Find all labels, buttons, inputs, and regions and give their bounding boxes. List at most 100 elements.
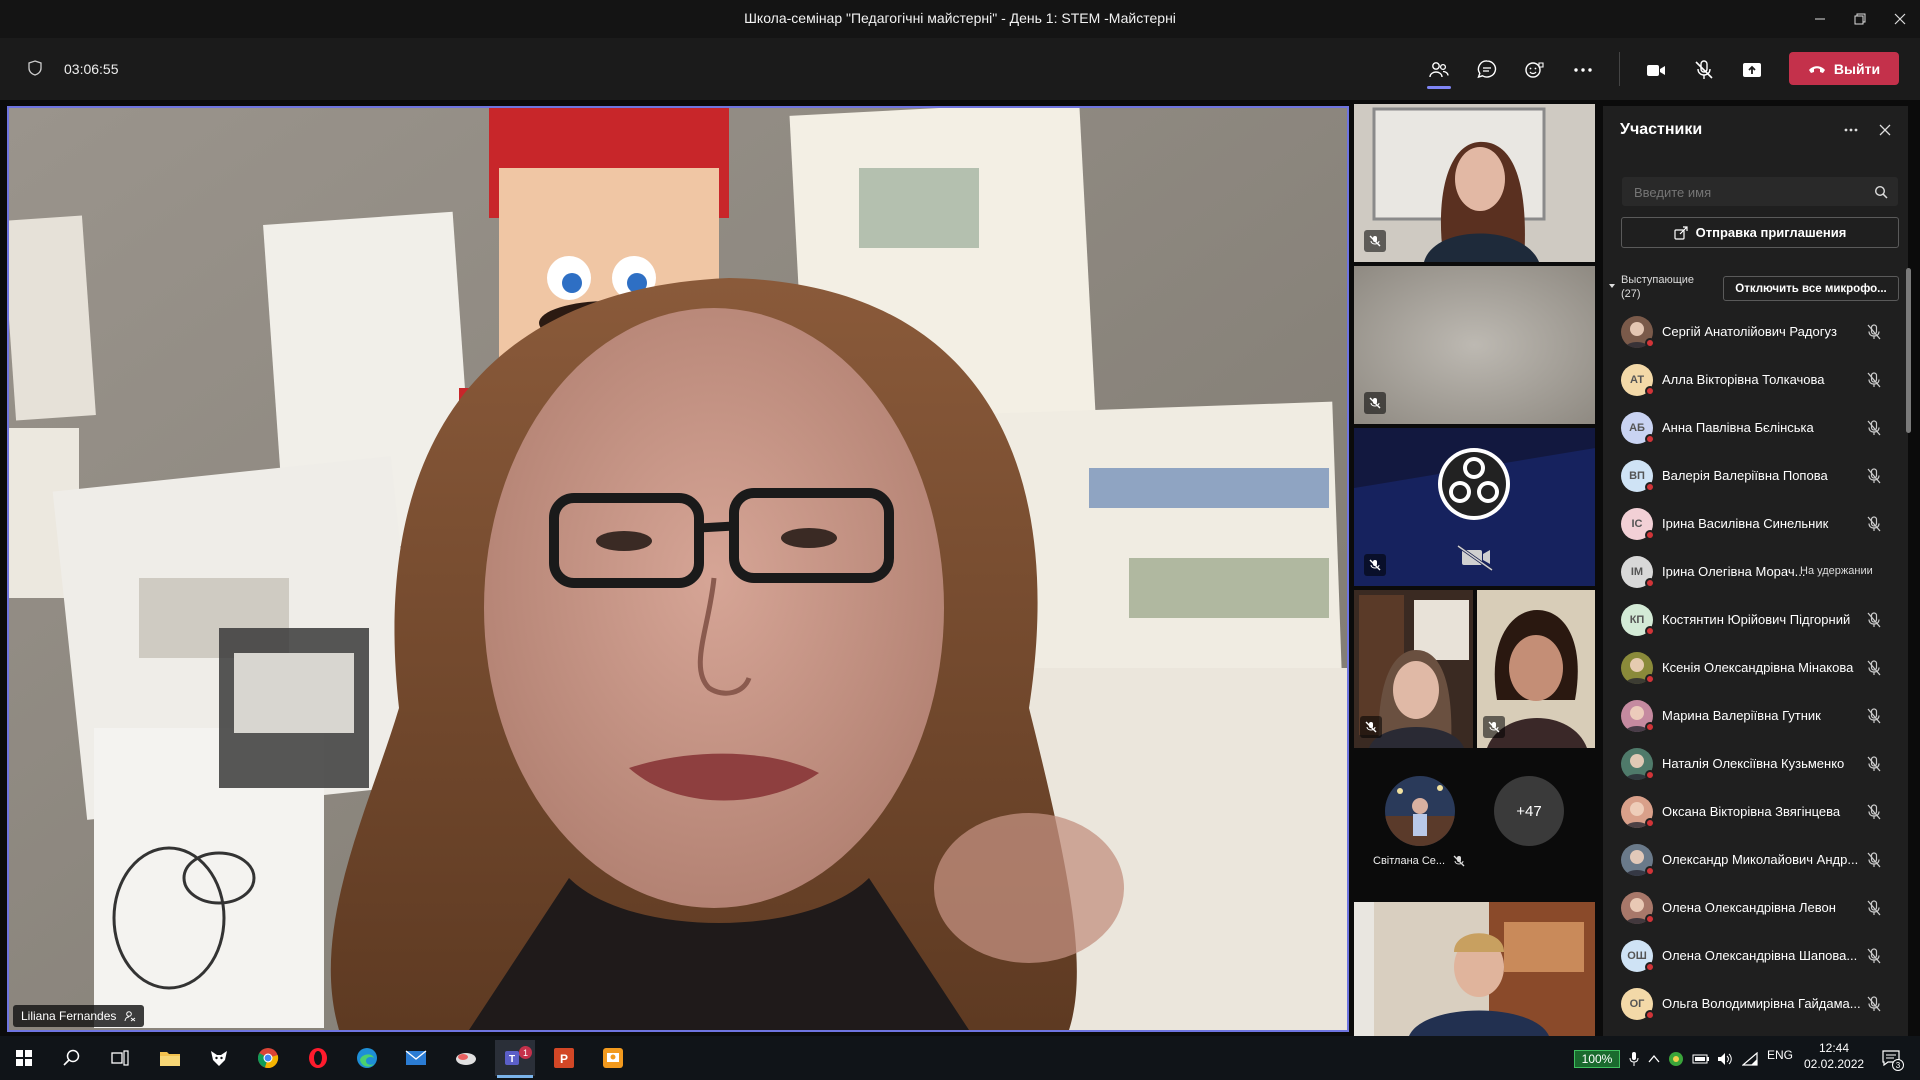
volume-icon[interactable] <box>1717 1052 1733 1066</box>
close-window-button[interactable] <box>1877 0 1920 38</box>
presentation-app-button[interactable] <box>593 1040 633 1076</box>
mic-off-icon[interactable] <box>1865 323 1883 341</box>
file-explorer-button[interactable] <box>150 1040 190 1076</box>
powerpoint-button[interactable]: P <box>544 1040 584 1076</box>
mic-off-icon[interactable] <box>1865 851 1883 869</box>
input-language[interactable]: ENG <box>1767 1048 1793 1062</box>
microphone-in-use-icon[interactable] <box>1628 1051 1640 1067</box>
mic-off-icon[interactable] <box>1865 515 1883 533</box>
powerpoint-icon: P <box>554 1048 574 1068</box>
mic-off-icon[interactable] <box>1865 947 1883 965</box>
video-tile-6[interactable] <box>1354 902 1595 1036</box>
video-tile-5[interactable] <box>1477 590 1595 748</box>
avatar-initials: ОГ <box>1629 998 1645 1010</box>
participant-row[interactable]: Олександр Миколайович Андр... <box>1603 837 1903 885</box>
mic-off-icon[interactable] <box>1865 611 1883 629</box>
search-icon[interactable] <box>1874 185 1888 199</box>
security-app-button[interactable] <box>199 1040 239 1076</box>
more-icon <box>1574 68 1592 72</box>
participant-row[interactable]: Марина Валеріївна Гутник <box>1603 693 1903 741</box>
participants-button[interactable] <box>1424 55 1454 85</box>
title-bar: Школа-семінар "Педагогічні майстерні" - … <box>0 0 1920 38</box>
mic-button[interactable] <box>1689 55 1719 85</box>
participant-name: Костянтин Юрійович Підгорний <box>1662 612 1851 627</box>
notifications-button[interactable]: 3 <box>1876 1044 1906 1072</box>
mic-off-icon[interactable] <box>1865 371 1883 389</box>
participant-row[interactable]: Олена Олександрівна Левон <box>1603 885 1903 933</box>
panel-title: Участники <box>1620 121 1703 138</box>
presenters-section-header[interactable]: Выступающие (27) <box>1621 273 1694 301</box>
presenter-video <box>9 108 1347 1030</box>
section-count: (27) <box>1621 288 1641 300</box>
taskbar-search-button[interactable] <box>52 1040 92 1076</box>
app-button[interactable] <box>446 1040 486 1076</box>
chevron-down-icon[interactable] <box>1608 282 1616 290</box>
participant-name: Олена Олександрівна Шапова... <box>1662 948 1858 963</box>
participant-name: Анна Павлівна Бєлінська <box>1662 420 1814 435</box>
mail-button[interactable] <box>396 1040 436 1076</box>
more-actions-button[interactable] <box>1568 55 1598 85</box>
mic-off-icon[interactable] <box>1865 707 1883 725</box>
avatar-initials: АБ <box>1629 422 1645 434</box>
participant-row[interactable]: АТ Алла Вікторівна Толкачова <box>1603 357 1903 405</box>
mic-off-icon[interactable] <box>1865 755 1883 773</box>
participant-video <box>1354 266 1595 424</box>
participant-row[interactable]: Оксана Вікторівна Звягінцева <box>1603 789 1903 837</box>
chrome-button[interactable] <box>248 1040 288 1076</box>
participant-row[interactable]: ІС Ірина Василівна Синельник <box>1603 501 1903 549</box>
camera-icon <box>1647 65 1665 76</box>
camera-button[interactable] <box>1641 55 1671 85</box>
video-tile-4[interactable] <box>1354 590 1473 748</box>
panel-more-button[interactable] <box>1839 119 1863 141</box>
panel-scrollbar[interactable] <box>1906 268 1911 433</box>
wifi-icon[interactable] <box>1742 1052 1758 1066</box>
participant-row[interactable]: Наталія Олексіївна Кузьменко <box>1603 741 1903 789</box>
participant-row[interactable]: ІМ Ірина Олегівна Морач... На удержании <box>1603 549 1903 597</box>
video-tile-2[interactable] <box>1354 266 1595 424</box>
chat-icon <box>1477 60 1497 79</box>
opera-button[interactable] <box>298 1040 338 1076</box>
mic-off-icon[interactable] <box>1865 899 1883 917</box>
edge-button[interactable] <box>347 1040 387 1076</box>
participant-row[interactable]: КП Костянтин Юрійович Підгорний <box>1603 597 1903 645</box>
task-view-button[interactable] <box>100 1040 140 1076</box>
reactions-button[interactable] <box>1520 55 1550 85</box>
battery-icon[interactable] <box>1692 1053 1710 1065</box>
overflow-participants-button[interactable]: +47 <box>1494 776 1564 846</box>
shield-icon <box>28 60 42 76</box>
mute-all-button[interactable]: Отключить все микрофо... <box>1723 276 1899 301</box>
participant-row[interactable]: Ксенія Олександрівна Мінакова <box>1603 645 1903 693</box>
participant-row[interactable]: ОГ Ольга Володимирівна Гайдама... <box>1603 981 1903 1029</box>
avatar-initials: АТ <box>1629 374 1645 386</box>
mic-off-icon[interactable] <box>1865 995 1883 1013</box>
participant-row[interactable]: ВП Валерія Валеріївна Попова <box>1603 453 1903 501</box>
battery-indicator[interactable]: 100% <box>1574 1050 1620 1068</box>
participant-row[interactable]: ОШ Олена Олександрівна Шапова... <box>1603 933 1903 981</box>
chat-button[interactable] <box>1472 55 1502 85</box>
tray-app-icon[interactable] <box>1668 1051 1684 1067</box>
share-screen-button[interactable] <box>1737 55 1767 85</box>
send-invite-button[interactable]: Отправка приглашения <box>1621 217 1899 248</box>
main-video-stage[interactable] <box>7 106 1349 1032</box>
opera-icon <box>309 1048 327 1068</box>
search-input[interactable] <box>1632 177 1866 208</box>
teams-button[interactable]: T 1 <box>495 1040 535 1076</box>
video-tile-1[interactable] <box>1354 104 1595 262</box>
start-button[interactable] <box>4 1040 44 1076</box>
tile-mic-off-badge <box>1483 716 1505 738</box>
windows-logo-icon <box>16 1050 32 1066</box>
mic-off-icon[interactable] <box>1865 659 1883 677</box>
panel-close-button[interactable] <box>1873 119 1897 141</box>
participant-avatar-svitlana[interactable] <box>1385 776 1455 846</box>
participant-row[interactable]: АБ Анна Павлівна Бєлінська <box>1603 405 1903 453</box>
chevron-up-icon[interactable] <box>1648 1054 1660 1064</box>
presence-status-icon <box>1645 674 1655 684</box>
leave-button[interactable]: Выйти <box>1789 52 1899 85</box>
participant-row[interactable]: Сергій Анатолійович Радогуз <box>1603 309 1903 357</box>
mic-off-icon[interactable] <box>1865 803 1883 821</box>
mic-off-icon[interactable] <box>1865 467 1883 485</box>
clock[interactable]: 12:44 02.02.2022 <box>1804 1040 1864 1072</box>
participant-search <box>1622 177 1898 208</box>
video-tile-3[interactable] <box>1354 428 1595 586</box>
mic-off-icon[interactable] <box>1865 419 1883 437</box>
